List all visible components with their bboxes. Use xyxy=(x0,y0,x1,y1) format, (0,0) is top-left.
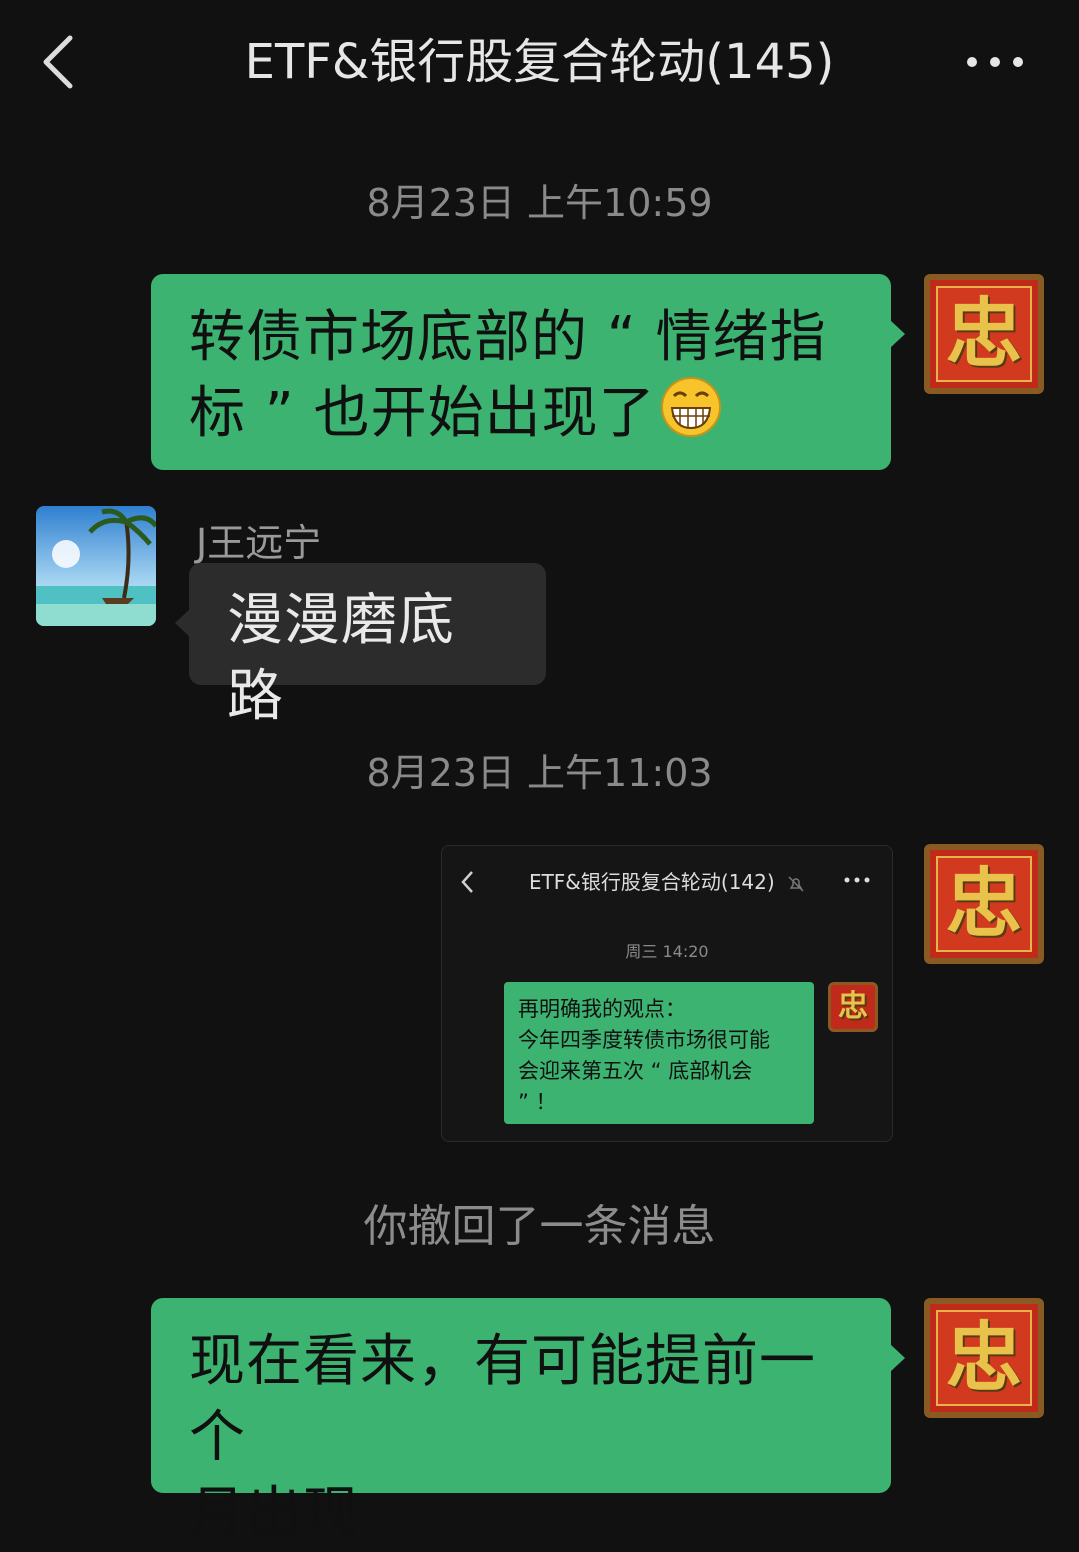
incoming-message-bubble[interactable]: 漫漫磨底路 xyxy=(175,563,546,729)
sender-name: J王远宁 xyxy=(196,521,322,565)
message-line-with-emoji: 标 ” 也开始出现了 xyxy=(189,376,853,458)
avatar[interactable] xyxy=(36,506,156,626)
image-message-line: 今年四季度转债市场很可能 xyxy=(518,1028,770,1052)
timestamp: 8月23日 上午11:03 xyxy=(366,751,713,795)
message-line: 转债市场底部的 “ 情绪指 xyxy=(189,305,827,370)
image-chat-title: ETF&银行股复合轮动(142) xyxy=(442,866,892,895)
outgoing-message-bubble[interactable]: 转债市场底部的 “ 情绪指 标 ” 也开始出现了 xyxy=(151,274,905,470)
avatar[interactable]: 忠 xyxy=(924,274,1044,394)
avatar-seal-glyph: 忠 xyxy=(946,1313,1022,1402)
more-dots-icon xyxy=(967,57,1023,67)
message-text: 漫漫磨底路 xyxy=(227,588,455,729)
message-line: 标 ” 也开始出现了 xyxy=(189,381,656,447)
grinning-face-icon xyxy=(660,376,722,458)
avatar-seal-glyph: 忠 xyxy=(946,289,1022,378)
image-chat-title-text: ETF&银行股复合轮动(142) xyxy=(528,870,775,894)
message-line: 现在看来，有可能提前一个 xyxy=(189,1329,816,1470)
more-button[interactable] xyxy=(960,44,1030,80)
chat-title: ETF&银行股复合轮动(145) xyxy=(244,34,835,90)
screenshot-image-message[interactable]: ETF&银行股复合轮动(142) 周三 14:20 再明确我的观点： 今年四季度… xyxy=(441,845,893,1142)
image-message-line: 会迎来第五次 “ 底部机会 xyxy=(518,1059,753,1083)
recalled-message-notice: 你撤回了一条消息 xyxy=(363,1201,716,1252)
image-timestamp: 周三 14:20 xyxy=(625,942,709,961)
image-message-bubble: 再明确我的观点： 今年四季度转债市场很可能 会迎来第五次 “ 底部机会 ” ！ xyxy=(504,982,814,1124)
mute-bell-icon xyxy=(788,875,804,892)
avatar-seal-glyph: 忠 xyxy=(946,859,1022,948)
message-line: 月出现 xyxy=(189,1481,360,1546)
timestamp: 8月23日 上午10:59 xyxy=(366,181,713,225)
image-message-line: ” ！ xyxy=(518,1090,557,1114)
avatar-seal-glyph: 忠 xyxy=(838,989,868,1024)
image-message-line: 再明确我的观点： xyxy=(518,997,686,1021)
avatar[interactable]: 忠 xyxy=(924,1298,1044,1418)
avatar: 忠 xyxy=(828,982,878,1032)
more-dots-icon xyxy=(844,877,870,883)
beach-avatar-image xyxy=(36,506,156,626)
avatar[interactable]: 忠 xyxy=(924,844,1044,964)
outgoing-message-bubble[interactable]: 现在看来，有可能提前一个 月出现 xyxy=(151,1298,905,1546)
